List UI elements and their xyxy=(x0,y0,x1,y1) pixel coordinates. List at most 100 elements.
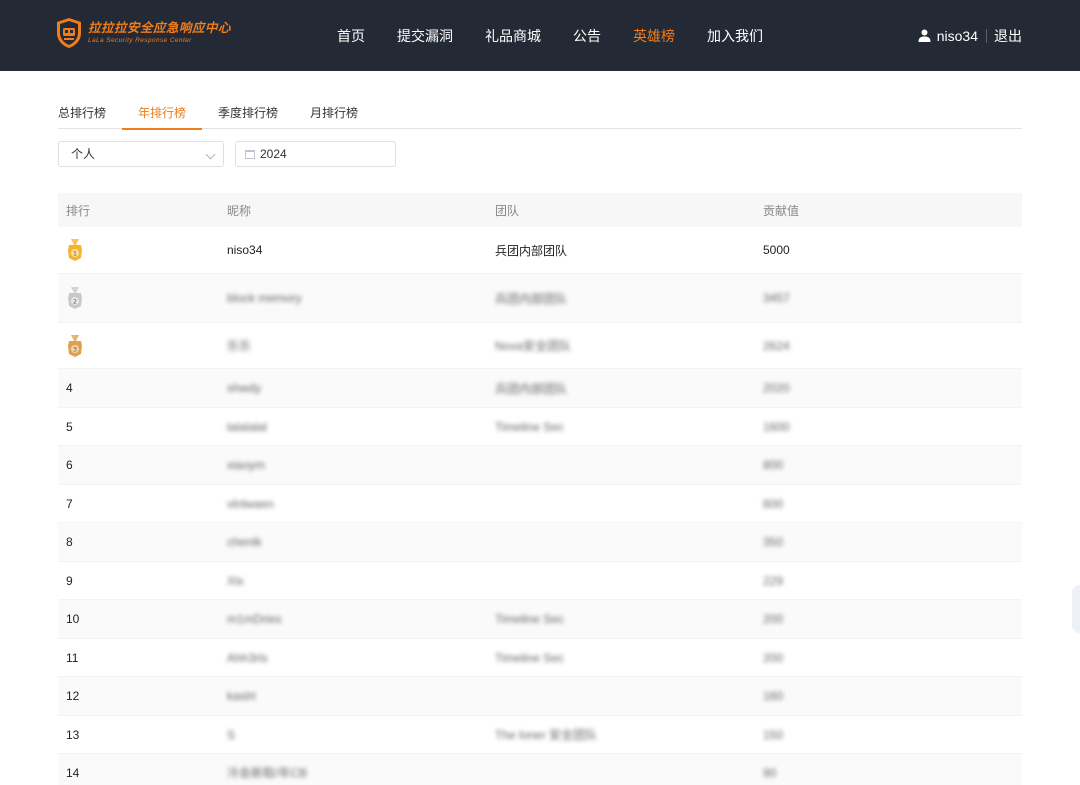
rank-number: 11 xyxy=(66,650,79,665)
nickname-cell-text: m1mDries xyxy=(227,612,282,626)
nickname-cell: m1mDries xyxy=(227,612,495,626)
rank-number: 7 xyxy=(66,496,73,511)
team-cell-text: The loner 安全团队 xyxy=(495,728,598,742)
nav-item-gift-shop[interactable]: 礼品商城 xyxy=(485,26,541,46)
team-cell: Timeline Sec xyxy=(495,651,763,665)
points-cell-text: 3457 xyxy=(763,291,790,305)
nickname-cell: block memory xyxy=(227,291,495,305)
team-cell-text: 兵团内部团队 xyxy=(495,243,568,258)
logout-link[interactable]: 退出 xyxy=(994,26,1022,46)
points-cell-text: 90 xyxy=(763,765,777,780)
points-cell-text: 600 xyxy=(763,496,784,511)
nickname-cell-text: vlnlwaen xyxy=(227,496,274,511)
points-cell: 2624 xyxy=(763,339,1022,353)
calendar-icon xyxy=(245,150,255,159)
points-cell: 160 xyxy=(763,689,1022,703)
svg-text:2: 2 xyxy=(73,298,77,306)
points-cell: 200 xyxy=(763,651,1022,665)
nav-item-home[interactable]: 首页 xyxy=(337,26,365,46)
tab-quarterly[interactable]: 季度排行榜 xyxy=(202,100,294,129)
nickname-cell-text: kaslrt xyxy=(227,689,256,703)
nickname-cell-text: xiaoym xyxy=(227,458,266,472)
year-picker[interactable]: 2024 xyxy=(235,141,396,167)
silver-medal-icon: 2 xyxy=(68,287,82,309)
table-row: 2 block memory 兵团内部团队 3457 xyxy=(58,274,1022,323)
table-row: 5 lalalalal Timeline Sec 1600 xyxy=(58,408,1022,446)
team-cell: 兵团内部团队 xyxy=(495,380,763,397)
ranking-tabs: 总排行榜 年排行榜 季度排行榜 月排行榜 xyxy=(58,100,1022,130)
tab-monthly[interactable]: 月排行榜 xyxy=(294,100,374,129)
table-row: 14 冷会新取/年CB 90 xyxy=(58,754,1022,785)
main-nav: 首页 提交漏洞 礼品商城 公告 英雄榜 加入我们 xyxy=(337,0,795,71)
rank-cell: 6 xyxy=(58,458,227,472)
leaderboard-table: 排行 昵称 团队 贡献值 1 niso34 兵团内部团队 5000 2 block mem… xyxy=(58,193,1022,785)
table-row: 13 S The loner 安全团队 150 xyxy=(58,716,1022,754)
rank-number: 5 xyxy=(66,419,73,434)
rank-cell: 7 xyxy=(58,497,227,511)
site-logo[interactable]: 拉拉拉安全应急响应中心 LaLa Security Response Cente… xyxy=(56,17,231,49)
points-cell: 3457 xyxy=(763,291,1022,305)
nickname-cell-text: niso34 xyxy=(227,243,263,257)
points-cell-text: 200 xyxy=(763,612,784,626)
nav-item-announcements[interactable]: 公告 xyxy=(573,26,601,46)
table-row: 11 Ahh3rls Timeline Sec 200 xyxy=(58,639,1022,677)
team-cell-text: Timeline Sec xyxy=(495,612,564,626)
table-row: 10 m1mDries Timeline Sec 200 xyxy=(58,600,1022,639)
points-cell-text: 5000 xyxy=(763,243,790,257)
rank-cell: 10 xyxy=(58,612,227,626)
nickname-cell-text: shwdy xyxy=(227,381,262,395)
nickname-cell: kaslrt xyxy=(227,689,495,703)
table-row: 12 kaslrt 160 xyxy=(58,677,1022,716)
table-row: 9 Xlx 229 xyxy=(58,562,1022,600)
nickname-cell: niso34 xyxy=(227,243,495,257)
type-select[interactable]: 个人 xyxy=(58,141,224,167)
rank-number: 6 xyxy=(66,458,73,472)
tab-yearly[interactable]: 年排行榜 xyxy=(122,100,203,130)
team-cell-text: Timeline Sec xyxy=(495,650,564,665)
table-row: 4 shwdy 兵团内部团队 2020 xyxy=(58,369,1022,408)
shield-logo-icon xyxy=(57,18,81,48)
rank-number: 8 xyxy=(66,535,73,549)
points-cell-text: 2020 xyxy=(763,381,790,395)
user-area: niso34 退出 xyxy=(918,0,1022,71)
rank-number: 9 xyxy=(66,573,73,588)
team-cell: 兵团内部团队 xyxy=(495,242,763,259)
points-cell-text: 229 xyxy=(763,573,784,588)
nickname-cell-text: 乐乐 xyxy=(227,339,252,353)
points-cell: 1600 xyxy=(763,420,1022,434)
column-header-team: 团队 xyxy=(495,203,520,218)
rank-cell: 3 xyxy=(58,334,227,357)
username-link[interactable]: niso34 xyxy=(937,28,978,44)
type-select-value: 个人 xyxy=(71,147,96,161)
nickname-cell: lalalalal xyxy=(227,420,495,434)
divider xyxy=(986,28,987,43)
points-cell-text: 2624 xyxy=(763,338,790,353)
nav-item-leaderboard[interactable]: 英雄榜 xyxy=(633,26,675,46)
nickname-cell: chenlk xyxy=(227,535,495,549)
team-cell: Timeline Sec xyxy=(495,420,763,434)
nav-item-submit-vuln[interactable]: 提交漏洞 xyxy=(397,26,453,46)
rank-number: 10 xyxy=(66,612,80,626)
chevron-down-icon xyxy=(205,149,216,160)
team-cell-text: 兵团内部团队 xyxy=(495,381,568,396)
team-cell-text: Nova安全团队 xyxy=(495,339,572,353)
nickname-cell: Ahh3rls xyxy=(227,651,495,665)
rank-cell: 4 xyxy=(58,381,227,395)
tab-overall[interactable]: 总排行榜 xyxy=(58,100,122,129)
rank-cell: 9 xyxy=(58,574,227,588)
column-header-nickname: 昵称 xyxy=(227,203,252,218)
nickname-cell: Xlx xyxy=(227,574,495,588)
nav-item-join-us[interactable]: 加入我们 xyxy=(707,26,763,46)
rank-cell: 2 xyxy=(58,287,227,309)
nickname-cell: vlnlwaen xyxy=(227,497,495,511)
gold-medal-icon: 1 xyxy=(68,239,82,261)
side-float-tab[interactable] xyxy=(1072,585,1080,633)
points-cell-text: 150 xyxy=(763,727,784,742)
points-cell-text: 1600 xyxy=(763,419,790,434)
nickname-cell-text: chenlk xyxy=(227,535,262,549)
rank-number: 14 xyxy=(66,765,80,780)
nickname-cell-text: Xlx xyxy=(227,573,244,588)
team-cell: Timeline Sec xyxy=(495,612,763,626)
rank-number: 12 xyxy=(66,689,80,703)
svg-text:3: 3 xyxy=(73,345,77,353)
